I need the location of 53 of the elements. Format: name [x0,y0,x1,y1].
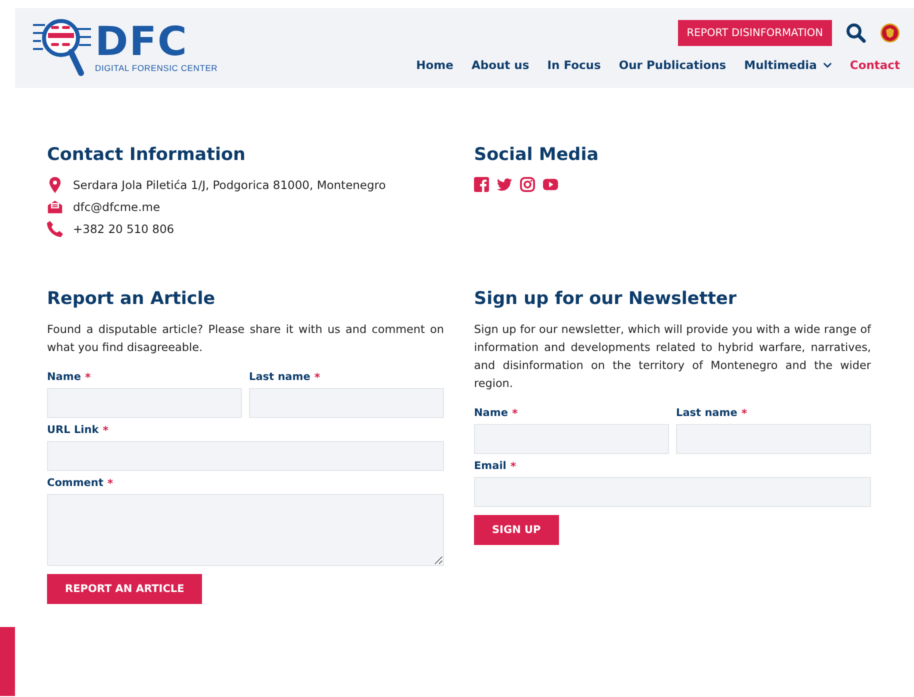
input-field[interactable] [47,441,444,471]
section-heading: Contact Information [47,145,246,165]
nav-link[interactable]: Home [416,58,454,72]
report-disinformation-button[interactable]: REPORT DISINFORMATION [678,20,832,46]
field-label: URL Link [47,424,99,437]
nav-link[interactable]: About us [471,58,530,72]
magnifier-logo-icon [31,17,93,79]
field-label: Name [47,371,81,384]
field-label: Email [474,460,506,473]
contact-text: +382 20 510 806 [73,222,174,236]
nav-link[interactable]: Our Publications [618,58,726,72]
play-icon [543,177,558,192]
envelope-icon [47,199,63,215]
nav-link[interactable]: Contact [850,58,900,72]
section-heading: Report an Article [47,289,216,309]
field-label: Comment [47,477,104,490]
input-field[interactable] [676,424,871,454]
field-label: Name [474,407,508,420]
submit-button[interactable]: SIGN UP [474,515,559,545]
required-asterisk: * [84,371,91,384]
field-label: Last name [249,371,310,384]
comment-field[interactable] [47,494,444,566]
phone-icon [47,221,63,237]
search-icon[interactable] [846,23,866,43]
flag-icon[interactable] [880,23,900,43]
input-field[interactable] [47,388,242,418]
nav-link[interactable]: In Focus [547,58,601,72]
description-text: Found a disputable article? Please share it with us and comment on what you find disagreeable. [47,322,444,356]
bird-icon [497,177,512,192]
logo-subtitle: DIGITAL FORENSIC CENTER [95,63,218,73]
logo-title: DFC [95,23,189,61]
required-asterisk: * [107,477,114,490]
submit-button[interactable]: REPORT AN ARTICLE [47,574,202,604]
facebook-icon[interactable] [474,177,489,192]
input-field[interactable] [474,424,669,454]
location-pin-icon [47,177,63,193]
required-asterisk: * [512,407,518,420]
input-field[interactable] [249,388,444,418]
side-tab[interactable] [0,627,15,696]
required-asterisk: * [510,460,516,473]
section-heading: Social Media [474,145,600,165]
required-asterisk: * [741,407,748,420]
contact-text: Serdara Jola Piletića 1/J, Podgorica 81000, Montenegro [73,178,386,192]
contact-text: dfc@dfcme.me [73,200,160,214]
description-text: Sign up for our newsletter, which will provide you with a wide range of information and developments related to hybrid warfare, narratives, and disinformation on the territory of Montenegro and the wider region. [474,322,871,392]
required-asterisk: * [314,371,320,384]
required-asterisk: * [102,424,108,437]
section-heading: Sign up for our Newsletter [474,289,738,309]
camera-icon [520,177,535,192]
field-label: Last name [676,407,738,420]
logo[interactable]: DFC DIGITAL FORENSIC CENTER [31,8,218,88]
input-field[interactable] [474,477,871,507]
nav-link[interactable]: Multimedia [744,58,817,72]
